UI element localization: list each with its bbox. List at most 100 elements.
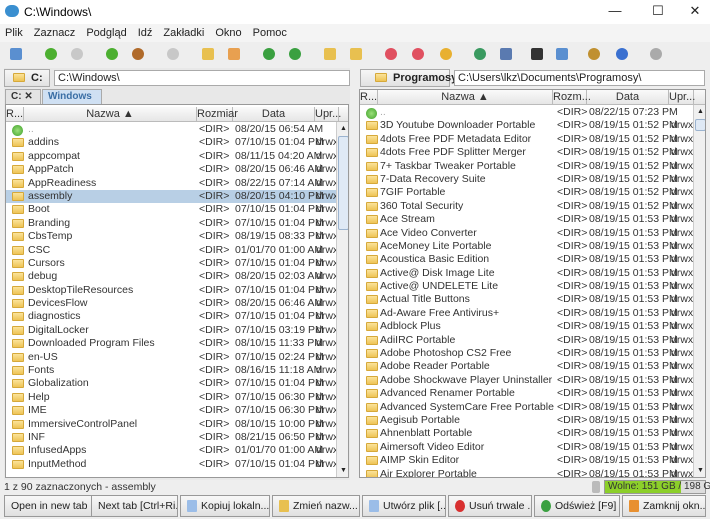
scroll-down-icon[interactable]: ▼	[695, 465, 705, 477]
screen-icon[interactable]	[556, 48, 568, 60]
column-perm[interactable]: Upr...	[669, 90, 695, 104]
up-icon[interactable]	[106, 48, 118, 60]
file-row[interactable]: DesktopTileResources <DIR> 07/10/15 01:04 …	[6, 284, 348, 297]
file-row[interactable]: Advanced Renamer Portable <DIR> 08/19/15 0…	[360, 387, 705, 400]
right-path-input[interactable]: C:\Users\lkz\Documents\Programosy\	[454, 70, 705, 86]
file-row[interactable]: 4dots Free PDF Metadata Editor <DIR> 08/19…	[360, 133, 705, 146]
file-row[interactable]: .. <DIR> 08/22/15 07:23 PM	[360, 106, 705, 119]
file-row[interactable]: CSC <DIR> 01/01/70 01:00 AM drwx	[6, 244, 348, 257]
column-size[interactable]: Rozmiar	[197, 107, 238, 121]
forward-icon[interactable]	[71, 48, 83, 60]
minimize-button[interactable]: —	[600, 0, 630, 24]
unpack-icon[interactable]	[350, 48, 362, 60]
pack-icon[interactable]	[324, 48, 336, 60]
delete-folder-icon[interactable]	[228, 48, 240, 60]
file-row[interactable]: AppPatch <DIR> 08/20/15 06:46 AM drwx	[6, 163, 348, 176]
network-icon[interactable]	[474, 48, 486, 60]
button-3[interactable]: Zmień nazw...	[272, 495, 360, 517]
scroll-thumb[interactable]	[695, 119, 705, 131]
file-row[interactable]: 3D Youtube Downloader Portable <DIR> 08/19…	[360, 119, 705, 132]
stop-icon[interactable]	[167, 48, 179, 60]
file-row[interactable]: ImmersiveControlPanel <DIR> 08/10/15 10:00…	[6, 418, 348, 431]
file-row[interactable]: InfusedApps <DIR> 01/01/70 01:00 AM drwx	[6, 444, 348, 457]
file-row[interactable]: Downloaded Program Files <DIR> 08/10/15 11…	[6, 337, 348, 350]
new-window-icon[interactable]	[10, 48, 22, 60]
file-row[interactable]: 7GIF Portable <DIR> 08/19/15 01:52 PM drwx	[360, 186, 705, 199]
file-row[interactable]: Actual Title Buttons <DIR> 08/19/15 01:53 …	[360, 293, 705, 306]
file-row[interactable]: InputMethod <DIR> 07/10/15 01:04 PM drwx	[6, 458, 348, 471]
left-drive-button[interactable]: C:	[4, 69, 50, 87]
home-icon[interactable]	[132, 48, 144, 60]
file-row[interactable]: Aegisub Portable <DIR> 08/19/15 01:53 PM dr…	[360, 414, 705, 427]
file-row[interactable]: debug <DIR> 08/20/15 02:03 AM drwx	[6, 270, 348, 283]
favorite-add-icon[interactable]	[385, 48, 397, 60]
compare-icon[interactable]	[500, 48, 512, 60]
file-row[interactable]: diagnostics <DIR> 07/10/15 01:04 PM drwx	[6, 310, 348, 323]
file-row[interactable]: 7+ Taskbar Tweaker Portable <DIR> 08/19/15…	[360, 160, 705, 173]
file-row[interactable]: Ahnenblatt Portable <DIR> 08/19/15 01:53 P…	[360, 427, 705, 440]
scroll-thumb[interactable]	[338, 136, 348, 230]
tab-close-icon[interactable]: ✕	[24, 91, 32, 102]
left-file-list[interactable]: R... Nazwa ▲ Rozmiar Data Upr... .. <DIR>…	[5, 104, 349, 478]
file-row[interactable]: .. <DIR> 08/20/15 06:54 AM	[6, 123, 348, 136]
right-scrollbar[interactable]: ▲ ▼	[693, 105, 705, 477]
file-row[interactable]: Ad-Aware Free Antivirus+ <DIR> 08/19/15 01…	[360, 307, 705, 320]
file-row[interactable]: 7-Data Recovery Suite <DIR> 08/19/15 01:52…	[360, 173, 705, 186]
file-row[interactable]: Help <DIR> 07/10/15 06:30 PM drwx	[6, 391, 348, 404]
button-4[interactable]: Utwórz plik [...	[362, 495, 446, 517]
maximize-button[interactable]: ☐	[643, 0, 673, 24]
file-row[interactable]: addins <DIR> 07/10/15 01:04 PM drwx	[6, 136, 348, 149]
file-row[interactable]: Air Explorer Portable <DIR> 08/19/15 01:53…	[360, 468, 705, 477]
file-row[interactable]: en-US <DIR> 07/10/15 02:24 PM drwx	[6, 351, 348, 364]
tab-c[interactable]: C: ✕	[5, 89, 41, 104]
file-row[interactable]: DevicesFlow <DIR> 08/20/15 06:46 AM drwx	[6, 297, 348, 310]
right-file-list[interactable]: R... Nazwa ▲ Rozm... Data Upr... .. <DIR>…	[359, 89, 706, 478]
file-row[interactable]: Active@ UNDELETE Lite <DIR> 08/19/15 01:53…	[360, 280, 705, 293]
file-row[interactable]: Adobe Photoshop CS2 Free <DIR> 08/19/15 01…	[360, 347, 705, 360]
file-row[interactable]: Aimersoft Video Editor <DIR> 08/19/15 01:5…	[360, 441, 705, 454]
scroll-down-icon[interactable]: ▼	[338, 465, 348, 477]
new-folder-icon[interactable]	[202, 48, 214, 60]
scroll-up-icon[interactable]: ▲	[695, 106, 705, 118]
button-7[interactable]: Zamknij okn...	[622, 495, 706, 517]
button-1[interactable]: Next tab [Ctrl+Ri...	[91, 495, 178, 517]
file-row[interactable]: Active@ Disk Image Lite <DIR> 08/19/15 01:…	[360, 267, 705, 280]
back-icon[interactable]	[45, 48, 57, 60]
column-r[interactable]: R...	[6, 107, 24, 121]
file-row[interactable]: Adobe Shockwave Player Uninstaller <DIR> 0…	[360, 374, 705, 387]
menu-plik[interactable]: Plik	[0, 24, 29, 39]
button-0[interactable]: Open in new tab ...	[4, 495, 92, 517]
file-row[interactable]: Globalization <DIR> 07/10/15 01:04 PM drwx	[6, 377, 348, 390]
file-row[interactable]: Advanced SystemCare Free Portable <DIR> 08…	[360, 401, 705, 414]
file-row[interactable]: Fonts <DIR> 08/16/15 11:18 AM drwx	[6, 364, 348, 377]
file-row[interactable]: Acoustica Basic Edition <DIR> 08/19/15 01:…	[360, 253, 705, 266]
column-name[interactable]: Nazwa ▲	[24, 107, 197, 121]
menu-pomoc[interactable]: Pomoc	[248, 24, 293, 39]
file-row[interactable]: INF <DIR> 08/21/15 06:50 PM drwx	[6, 431, 348, 444]
column-size[interactable]: Rozm...	[553, 90, 591, 104]
key-icon[interactable]	[440, 48, 452, 60]
column-date[interactable]: Data	[233, 107, 315, 121]
tab-windows[interactable]: Windows ✕	[42, 89, 102, 115]
refresh-icon[interactable]	[263, 48, 275, 60]
favorite-icon[interactable]	[412, 48, 424, 60]
file-row[interactable]: AppReadiness <DIR> 08/22/15 07:14 AM drwx	[6, 177, 348, 190]
button-5[interactable]: Usuń trwale ...	[448, 495, 532, 517]
file-row[interactable]: CbsTemp <DIR> 08/19/15 08:33 PM drwx	[6, 230, 348, 243]
file-row[interactable]: Boot <DIR> 07/10/15 01:04 PM drwx	[6, 203, 348, 216]
terminal-icon[interactable]	[531, 48, 543, 60]
left-path-input[interactable]: C:\Windows\	[54, 70, 350, 86]
file-row[interactable]: AdiIRC Portable <DIR> 08/19/15 01:53 PM drw…	[360, 334, 705, 347]
column-name[interactable]: Nazwa ▲	[378, 90, 553, 104]
file-row[interactable]: Ace Video Converter <DIR> 08/19/15 01:53 P…	[360, 227, 705, 240]
file-row[interactable]: Adobe Reader Portable <DIR> 08/19/15 01:53…	[360, 360, 705, 373]
menu-okno[interactable]: Okno	[210, 24, 247, 39]
left-scrollbar[interactable]: ▲ ▼	[336, 122, 348, 477]
scroll-up-icon[interactable]: ▲	[338, 123, 348, 135]
file-row[interactable]: appcompat <DIR> 08/11/15 04:20 AM drwx	[6, 150, 348, 163]
menu-zaznacz[interactable]: Zaznacz	[29, 24, 82, 39]
file-row[interactable]: Adblock Plus <DIR> 08/19/15 01:53 PM drwx	[360, 320, 705, 333]
file-row[interactable]: Cursors <DIR> 07/10/15 01:04 PM drwx	[6, 257, 348, 270]
menu-idź[interactable]: Idź	[133, 24, 159, 39]
close-button[interactable]: ✕	[680, 0, 710, 24]
